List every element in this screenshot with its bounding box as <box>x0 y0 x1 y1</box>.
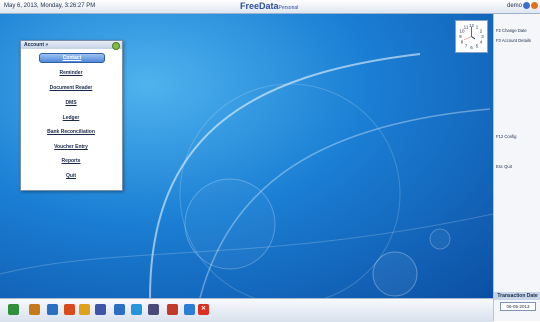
clock-numeral: 9 <box>459 34 462 39</box>
transaction-date-field[interactable]: 06-05-2013 <box>500 302 536 311</box>
menu-title-bar: Account » <box>21 41 122 50</box>
close-icon[interactable] <box>112 42 120 50</box>
top-bar: May 6, 2013, Monday, 3:26:27 PM FreeData… <box>0 0 540 14</box>
clock-numeral: 7 <box>465 44 468 49</box>
monitor-icon[interactable] <box>131 304 142 315</box>
globe-icon[interactable] <box>184 304 195 315</box>
folder-icon[interactable] <box>79 304 90 315</box>
clock-numeral: 2 <box>480 29 483 34</box>
menu-title: Account » <box>24 42 49 48</box>
clock-numeral: 1 <box>476 24 479 29</box>
menu-item-reports[interactable]: Reports <box>39 157 103 165</box>
shortcut-config[interactable]: F12 Config <box>496 134 516 139</box>
window-icon[interactable] <box>114 304 125 315</box>
clock-numeral: 5 <box>476 44 479 49</box>
menu-item-reminder[interactable]: Reminder <box>39 69 103 77</box>
menu-item-dms[interactable]: DMS <box>39 99 103 107</box>
clock-numeral: 6 <box>470 45 473 50</box>
info-icon[interactable] <box>523 2 530 9</box>
shortcut-panel: F2 Change Date F3 Account Details F12 Co… <box>493 14 540 321</box>
menu-item-ledger[interactable]: Ledger <box>39 114 103 122</box>
gift-icon[interactable] <box>64 304 75 315</box>
transaction-date-title: Transaction Date <box>494 292 540 300</box>
user-label: demo <box>506 3 522 9</box>
menu-item-contact[interactable]: Contact <box>39 53 105 63</box>
menu-item-bank-reconciliation[interactable]: Bank Reconciliation <box>39 128 103 136</box>
shortcut-quit[interactable]: Esc Quit <box>496 164 512 169</box>
datetime-label: May 6, 2013, Monday, 3:26:27 PM <box>4 3 96 9</box>
clock-numeral: 11 <box>464 24 469 29</box>
app-brand: FreeDataPersonal <box>240 1 298 11</box>
menu-item-quit[interactable]: Quit <box>39 172 103 180</box>
close-icon[interactable]: ✕ <box>198 304 209 315</box>
analog-clock: 12 1 2 3 4 5 6 7 8 9 10 11 <box>455 20 488 53</box>
brand-name: FreeData <box>240 1 279 11</box>
hand-icon[interactable] <box>8 304 19 315</box>
clock-numeral: 4 <box>480 40 483 45</box>
taskbar: ✕ <box>0 298 493 322</box>
clock-numeral: 8 <box>461 40 464 45</box>
brand-sub: Personal <box>278 5 299 11</box>
clock-numeral: 3 <box>481 34 484 39</box>
calendar-icon[interactable] <box>167 304 178 315</box>
shortcut-change-date[interactable]: F2 Change Date <box>496 28 527 33</box>
book-icon[interactable] <box>95 304 106 315</box>
account-menu-window: Account » Contact Reminder Document Read… <box>20 40 123 191</box>
menu-item-voucher-entry[interactable]: Voucher Entry <box>39 143 103 151</box>
printer-icon[interactable] <box>29 304 40 315</box>
shortcut-account-details[interactable]: F3 Account Details <box>496 38 531 43</box>
logout-icon[interactable] <box>531 2 538 9</box>
network-icon[interactable] <box>47 304 58 315</box>
building-icon[interactable] <box>148 304 159 315</box>
menu-item-document-reader[interactable]: Document Reader <box>39 84 103 92</box>
